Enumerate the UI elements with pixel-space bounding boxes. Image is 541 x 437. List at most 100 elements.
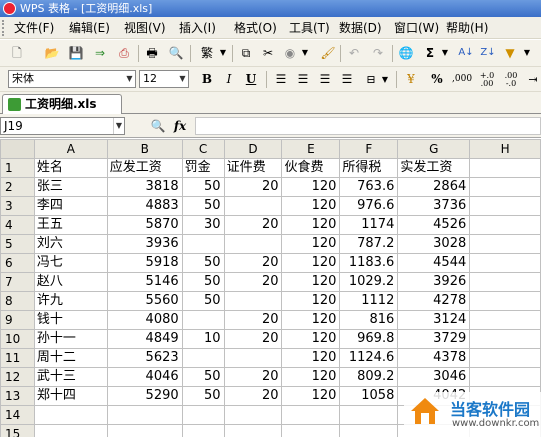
row-header[interactable]: 2: [0, 177, 35, 197]
cell[interactable]: 5918: [106, 253, 183, 273]
undo-icon[interactable]: ↶: [346, 45, 362, 61]
print-preview-icon[interactable]: 🔍: [168, 45, 184, 61]
cell[interactable]: 4378: [397, 348, 471, 368]
formula-input[interactable]: [195, 117, 541, 135]
format-painter-icon[interactable]: 🖌: [320, 45, 336, 61]
cell[interactable]: 763.6: [339, 177, 399, 197]
cell[interactable]: 20: [223, 386, 283, 406]
cell[interactable]: 20: [223, 367, 283, 387]
cell[interactable]: 809.2: [339, 367, 399, 387]
cell[interactable]: 20: [223, 253, 283, 273]
cell[interactable]: 1112: [339, 291, 399, 311]
cell[interactable]: 钱十: [33, 310, 108, 330]
cell[interactable]: [223, 424, 283, 437]
column-header[interactable]: H: [469, 139, 541, 159]
cell[interactable]: 10: [181, 329, 225, 349]
filter-icon[interactable]: ▼: [502, 45, 518, 61]
row-header[interactable]: 6: [0, 253, 35, 273]
cell[interactable]: 4046: [106, 367, 183, 387]
cell[interactable]: 张三: [33, 177, 108, 197]
row-header[interactable]: 10: [0, 329, 35, 349]
cell[interactable]: 50: [181, 291, 225, 311]
cell[interactable]: [223, 348, 283, 368]
cell[interactable]: 4526: [397, 215, 471, 235]
cell[interactable]: [469, 215, 541, 235]
traditional-chinese-button[interactable]: 繁: [196, 45, 218, 61]
align-right-icon[interactable]: ☰: [316, 71, 334, 88]
cell[interactable]: 5623: [106, 348, 183, 368]
cell[interactable]: 20: [223, 310, 283, 330]
cell[interactable]: 所得税: [339, 158, 399, 178]
cell[interactable]: 816: [339, 310, 399, 330]
cell[interactable]: 120: [281, 291, 341, 311]
underline-button[interactable]: U: [242, 71, 260, 88]
cell[interactable]: [469, 329, 541, 349]
cell[interactable]: 王五: [33, 215, 108, 235]
menu-help[interactable]: 帮助(H): [446, 19, 488, 37]
menubar-grip-icon[interactable]: [2, 20, 6, 36]
cell[interactable]: 120: [281, 310, 341, 330]
cell[interactable]: [339, 424, 399, 437]
row-header[interactable]: 12: [0, 367, 35, 387]
cell[interactable]: 120: [281, 253, 341, 273]
cell[interactable]: 冯七: [33, 253, 108, 273]
insert-function-button[interactable]: fx: [172, 118, 188, 134]
cell[interactable]: 3936: [106, 234, 183, 254]
cell[interactable]: 证件费: [223, 158, 283, 178]
cell[interactable]: 120: [281, 272, 341, 292]
row-header[interactable]: 5: [0, 234, 35, 254]
copy-icon[interactable]: ⧉: [238, 45, 254, 61]
cell[interactable]: 787.2: [339, 234, 399, 254]
cell[interactable]: [33, 405, 108, 425]
chevron-down-icon[interactable]: ▼: [218, 45, 228, 61]
print-icon[interactable]: 🖶: [144, 45, 160, 61]
percent-button[interactable]: %: [428, 71, 446, 88]
cell[interactable]: 许九: [33, 291, 108, 311]
chevron-down-icon[interactable]: ▼: [124, 71, 135, 87]
name-box[interactable]: J19 ▼: [0, 117, 125, 135]
cell[interactable]: 969.8: [339, 329, 399, 349]
column-header[interactable]: B: [106, 139, 183, 159]
cell[interactable]: 应发工资: [106, 158, 183, 178]
menu-format[interactable]: 格式(O): [234, 19, 277, 37]
cell[interactable]: 1124.6: [339, 348, 399, 368]
cell[interactable]: 120: [281, 196, 341, 216]
justify-icon[interactable]: ☰: [338, 71, 356, 88]
cell[interactable]: 120: [281, 177, 341, 197]
cell[interactable]: [469, 196, 541, 216]
cell[interactable]: [339, 405, 399, 425]
menu-tools[interactable]: 工具(T): [289, 19, 330, 37]
tab-document[interactable]: 工资明细.xls: [2, 94, 122, 114]
cell[interactable]: [469, 234, 541, 254]
sort-descending-icon[interactable]: Z↓: [480, 45, 496, 61]
merge-center-icon[interactable]: ⊟: [362, 71, 380, 88]
chevron-down-icon[interactable]: ▼: [113, 118, 124, 134]
cell[interactable]: 120: [281, 367, 341, 387]
cell[interactable]: [181, 348, 225, 368]
font-name-select[interactable]: 宋体 ▼: [8, 70, 136, 88]
cell[interactable]: 3124: [397, 310, 471, 330]
cell[interactable]: 实发工资: [397, 158, 471, 178]
cell[interactable]: [281, 424, 341, 437]
align-left-icon[interactable]: ☰: [272, 71, 290, 88]
cell[interactable]: 120: [281, 215, 341, 235]
cell[interactable]: 2864: [397, 177, 471, 197]
cell[interactable]: 20: [223, 215, 283, 235]
menu-edit[interactable]: 编辑(E): [69, 19, 110, 37]
row-header[interactable]: 3: [0, 196, 35, 216]
column-header[interactable]: E: [281, 139, 341, 159]
cell[interactable]: 50: [181, 253, 225, 273]
autosum-button[interactable]: Σ: [422, 45, 438, 61]
cell[interactable]: 5870: [106, 215, 183, 235]
cell[interactable]: [181, 405, 225, 425]
cell[interactable]: 4544: [397, 253, 471, 273]
save-as-icon[interactable]: ⇒: [92, 45, 108, 61]
menu-view[interactable]: 视图(V): [124, 19, 166, 37]
cell[interactable]: 李四: [33, 196, 108, 216]
cell[interactable]: 50: [181, 367, 225, 387]
cell[interactable]: 1174: [339, 215, 399, 235]
cell[interactable]: 1029.2: [339, 272, 399, 292]
menu-data[interactable]: 数据(D): [339, 19, 382, 37]
cell[interactable]: 罚金: [181, 158, 225, 178]
cut-icon[interactable]: ✂: [260, 45, 276, 61]
